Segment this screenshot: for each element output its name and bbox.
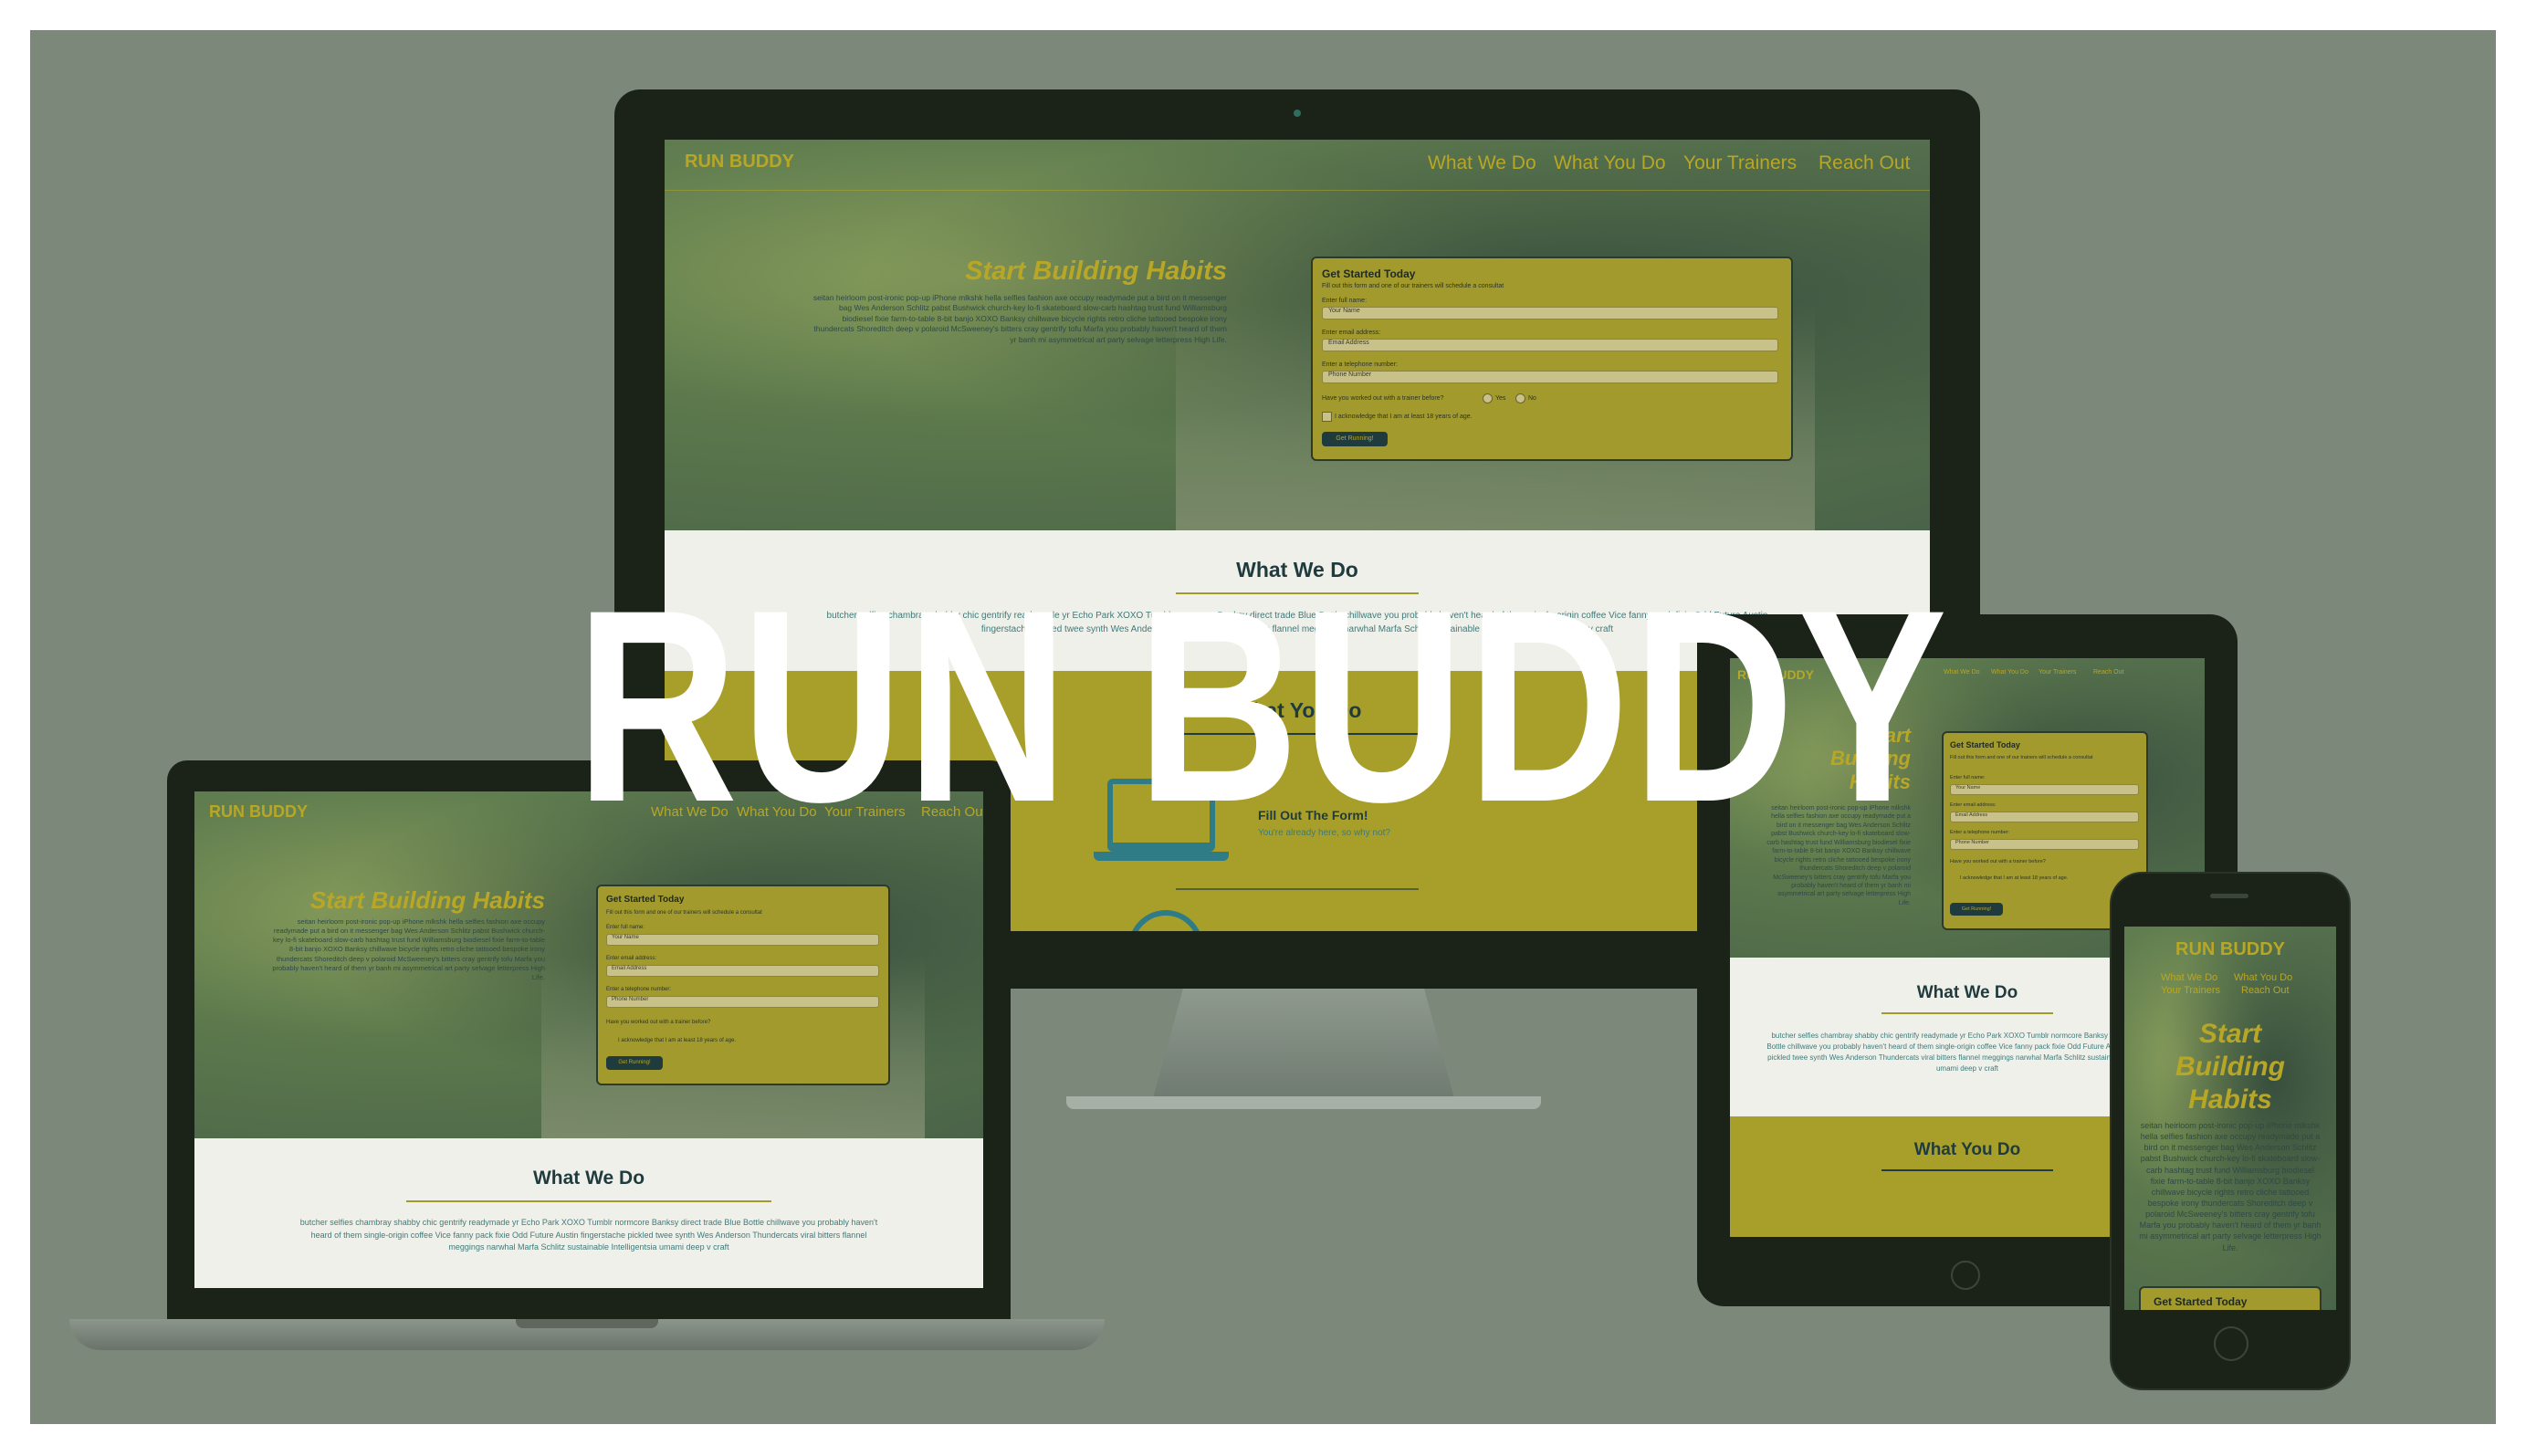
laptop-notch [516, 1319, 658, 1328]
phone: RUN BUDDY What We Do What You Do Your Tr… [2110, 872, 2351, 1390]
laptop-screen: RUN BUDDY What We Do What You Do Your Tr… [194, 791, 983, 1288]
overlay-title: RUN BUDDY [575, 552, 1951, 859]
nav-link-what-we-do[interactable]: What We Do [1428, 152, 1536, 174]
name-input[interactable]: Your Name [1322, 307, 1778, 319]
monitor-stand-base [1066, 1096, 1541, 1109]
phone-screen: RUN BUDDY What We Do What You Do Your Tr… [2124, 927, 2336, 1310]
tablet-home-button[interactable] [1951, 1261, 1980, 1290]
webcam-dot [1294, 110, 1301, 117]
next-step-icon [1128, 910, 1203, 931]
hero-title: Start Building Habits [965, 257, 1227, 286]
nav-link-what-you-do[interactable]: What You Do [1554, 152, 1666, 174]
ack-checkbox[interactable] [1322, 412, 1332, 422]
laptop-signup-form: Get Started Today Fill out this form and… [596, 885, 890, 1085]
monitor-stand-neck [1153, 989, 1454, 1098]
radio-no[interactable] [1515, 393, 1525, 403]
radio-yes[interactable] [1483, 393, 1493, 403]
signup-form: Get Started Today Fill out this form and… [1311, 257, 1793, 461]
get-running-button[interactable]: Get Running! [1322, 432, 1388, 446]
phone-home-button[interactable] [2214, 1326, 2248, 1361]
nav-link-reach-out[interactable]: Reach Out [1819, 152, 1910, 174]
hero-text: seitan heirloom post-ironic pop-up iPhon… [812, 293, 1227, 344]
nav-brand[interactable]: RUN BUDDY [685, 152, 794, 173]
email-input[interactable]: Email Address [1322, 339, 1778, 351]
phone-input[interactable]: Phone Number [1322, 371, 1778, 383]
hero-section: RUN BUDDY What We Do What You Do Your Tr… [665, 140, 1930, 541]
nav-link-your-trainers[interactable]: Your Trainers [1683, 152, 1797, 174]
